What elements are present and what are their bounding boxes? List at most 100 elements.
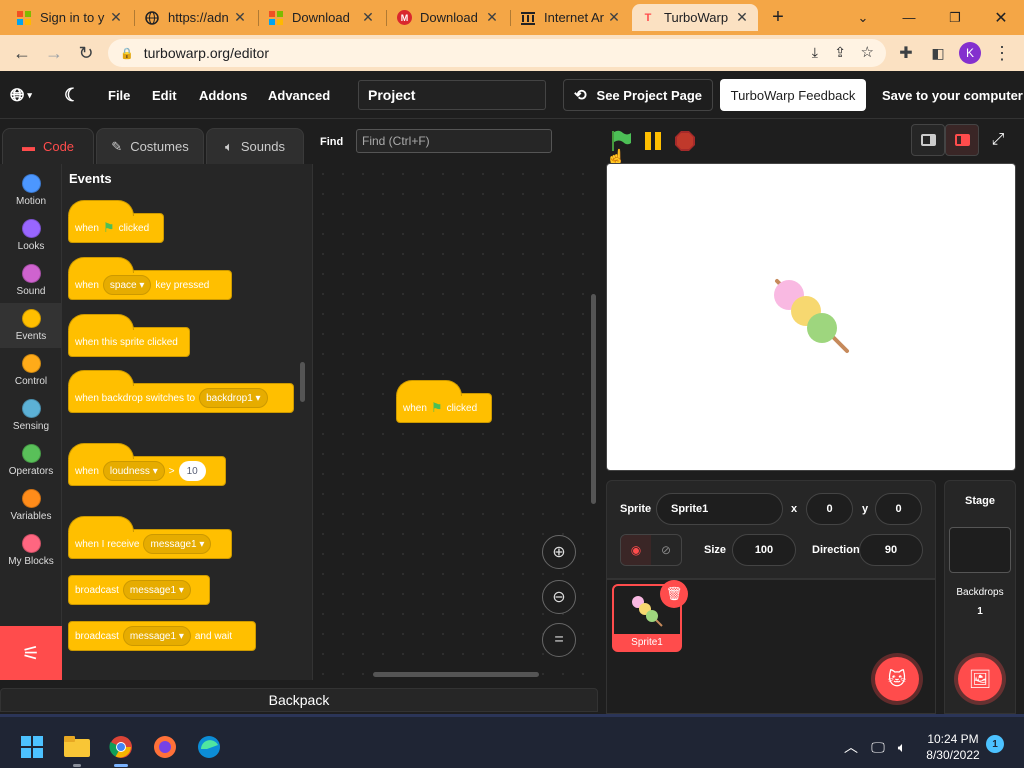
tab-costumes[interactable]: ✎ Costumes: [96, 128, 204, 164]
close-tab-icon[interactable]: ✕: [232, 9, 248, 26]
delete-sprite-icon[interactable]: 🗑︎: [660, 580, 688, 608]
category-events[interactable]: Events: [0, 303, 62, 348]
block-when-sprite-clicked[interactable]: when this sprite clicked: [68, 314, 190, 357]
browser-tab[interactable]: Sign in to y ✕: [8, 4, 132, 31]
backdrop-dropdown[interactable]: backdrop1 ▾: [199, 388, 268, 408]
message-dropdown[interactable]: message1 ▾: [122, 580, 191, 600]
sidebar-icon[interactable]: ◧: [926, 41, 950, 65]
zoom-reset-icon[interactable]: =: [542, 623, 576, 657]
volume-icon[interactable]: 🔈︎: [888, 733, 916, 761]
find-input[interactable]: Find (Ctrl+F): [356, 129, 552, 153]
category-my-blocks[interactable]: My Blocks: [0, 528, 62, 573]
direction-input[interactable]: 90: [859, 534, 923, 566]
tab-search-icon[interactable]: ⌄: [850, 4, 876, 31]
menu-edit[interactable]: Edit: [152, 71, 177, 119]
bookmark-star-icon[interactable]: ☆: [861, 43, 874, 61]
large-stage-button[interactable]: [945, 124, 979, 156]
profile-avatar[interactable]: K: [958, 41, 982, 65]
close-window-icon[interactable]: ✕: [988, 4, 1014, 31]
category-sensing[interactable]: Sensing: [0, 393, 62, 438]
firefox-icon[interactable]: [151, 733, 179, 761]
script-vertical-scrollbar[interactable]: [591, 294, 596, 504]
hide-eye-icon[interactable]: ⊘: [651, 535, 681, 565]
category-operators[interactable]: Operators: [0, 438, 62, 483]
sensor-dropdown[interactable]: loudness ▾: [102, 461, 165, 481]
category-variables[interactable]: Variables: [0, 483, 62, 528]
address-bar[interactable]: 🔒 turbowarp.org/editor ⤓ ⇪ ☆: [108, 39, 886, 67]
new-tab-button[interactable]: +: [764, 4, 792, 31]
language-globe-icon[interactable]: 🌐︎ ▾: [10, 71, 32, 119]
project-title-input[interactable]: Project: [358, 80, 546, 110]
block-broadcast[interactable]: broadcast message1 ▾: [68, 575, 210, 605]
file-explorer-icon[interactable]: [63, 733, 91, 767]
restore-icon[interactable]: ❐: [942, 4, 968, 31]
browser-tab-active[interactable]: T TurboWarp ✕: [632, 4, 758, 31]
add-backdrop-button[interactable]: 🖼︎: [958, 657, 1002, 701]
install-icon[interactable]: ⤓: [812, 44, 818, 61]
close-tab-icon[interactable]: ✕: [606, 9, 622, 26]
tab-code[interactable]: ▬ Code: [2, 128, 94, 164]
block-when-backdrop-switches[interactable]: when backdrop switches to backdrop1 ▾: [68, 370, 294, 413]
minimize-icon[interactable]: —: [896, 4, 922, 31]
category-motion[interactable]: Motion: [0, 168, 62, 213]
x-input[interactable]: 0: [806, 493, 853, 525]
reload-icon[interactable]: ↻: [74, 41, 98, 65]
chevron-up-icon[interactable]: ︿: [837, 733, 865, 761]
menu-addons[interactable]: Addons: [199, 71, 247, 119]
backpack-bar[interactable]: Backpack: [0, 688, 598, 712]
browser-menu-icon[interactable]: ⋮: [990, 41, 1014, 65]
category-sound[interactable]: Sound: [0, 258, 62, 303]
block-when-i-receive[interactable]: when I receive message1 ▾: [68, 516, 232, 559]
sprite-name-input[interactable]: Sprite1: [656, 493, 783, 525]
edge-icon[interactable]: [195, 733, 223, 761]
close-tab-icon[interactable]: ✕: [108, 9, 124, 26]
chrome-icon[interactable]: [107, 733, 135, 767]
menu-advanced[interactable]: Advanced: [268, 71, 330, 119]
fullscreen-icon[interactable]: ⤢: [981, 124, 1015, 156]
close-tab-icon[interactable]: ✕: [360, 9, 376, 26]
message-dropdown[interactable]: message1 ▾: [143, 534, 212, 554]
theme-moon-icon[interactable]: ☾: [64, 71, 80, 119]
browser-tab[interactable]: https://adn ✕: [136, 4, 256, 31]
category-looks[interactable]: Looks: [0, 213, 62, 258]
key-dropdown[interactable]: space ▾: [102, 275, 152, 295]
back-icon[interactable]: ←: [10, 41, 34, 65]
block-broadcast-and-wait[interactable]: broadcast message1 ▾ and wait: [68, 621, 256, 651]
palette-scrollbar[interactable]: [300, 362, 305, 402]
size-input[interactable]: 100: [732, 534, 796, 566]
message-dropdown[interactable]: message1 ▾: [122, 626, 191, 646]
add-extension-button[interactable]: ⚟: [0, 626, 62, 680]
stage-canvas[interactable]: [606, 163, 1016, 471]
notification-badge[interactable]: 1: [986, 735, 1004, 753]
zoom-out-icon[interactable]: ⊖: [542, 580, 576, 614]
add-sprite-button[interactable]: 🐱︎: [875, 657, 919, 701]
script-horizontal-scrollbar[interactable]: [373, 672, 539, 677]
y-input[interactable]: 0: [875, 493, 922, 525]
see-project-page-button[interactable]: ⟲ See Project Page: [563, 79, 713, 111]
backdrop-thumbnail[interactable]: [949, 527, 1011, 573]
small-stage-button[interactable]: [911, 124, 945, 156]
share-icon[interactable]: ⇪: [834, 44, 846, 61]
block-when-loudness[interactable]: when loudness ▾ >10: [68, 443, 226, 486]
windows-start-icon[interactable]: [18, 733, 46, 761]
browser-tab[interactable]: M Download ✕: [388, 4, 508, 31]
zoom-in-icon[interactable]: ⊕: [542, 535, 576, 569]
tab-sounds[interactable]: 🔈︎ Sounds: [206, 128, 304, 164]
save-to-computer-button[interactable]: Save to your computer: [882, 71, 1023, 119]
value-input[interactable]: 10: [178, 461, 206, 481]
script-block-when-flag-clicked[interactable]: when ⚑ clicked: [396, 380, 492, 423]
close-tab-icon[interactable]: ✕: [484, 9, 500, 26]
extensions-icon[interactable]: ✚: [894, 41, 918, 65]
category-control[interactable]: Control: [0, 348, 62, 393]
forward-icon[interactable]: →: [42, 41, 66, 65]
block-when-key-pressed[interactable]: when space ▾ key pressed: [68, 257, 232, 300]
clock[interactable]: 10:24 PM 8/30/2022: [918, 731, 988, 763]
show-eye-icon[interactable]: ◉: [621, 535, 651, 565]
pause-icon[interactable]: [640, 128, 666, 154]
feedback-button[interactable]: TurboWarp Feedback: [720, 79, 866, 111]
block-when-flag-clicked[interactable]: when ⚑ clicked: [68, 200, 164, 243]
browser-tab[interactable]: Internet Ar ✕: [512, 4, 630, 31]
stop-icon[interactable]: [672, 128, 698, 154]
browser-tab[interactable]: Download ✕: [260, 4, 384, 31]
menu-file[interactable]: File: [108, 71, 130, 119]
